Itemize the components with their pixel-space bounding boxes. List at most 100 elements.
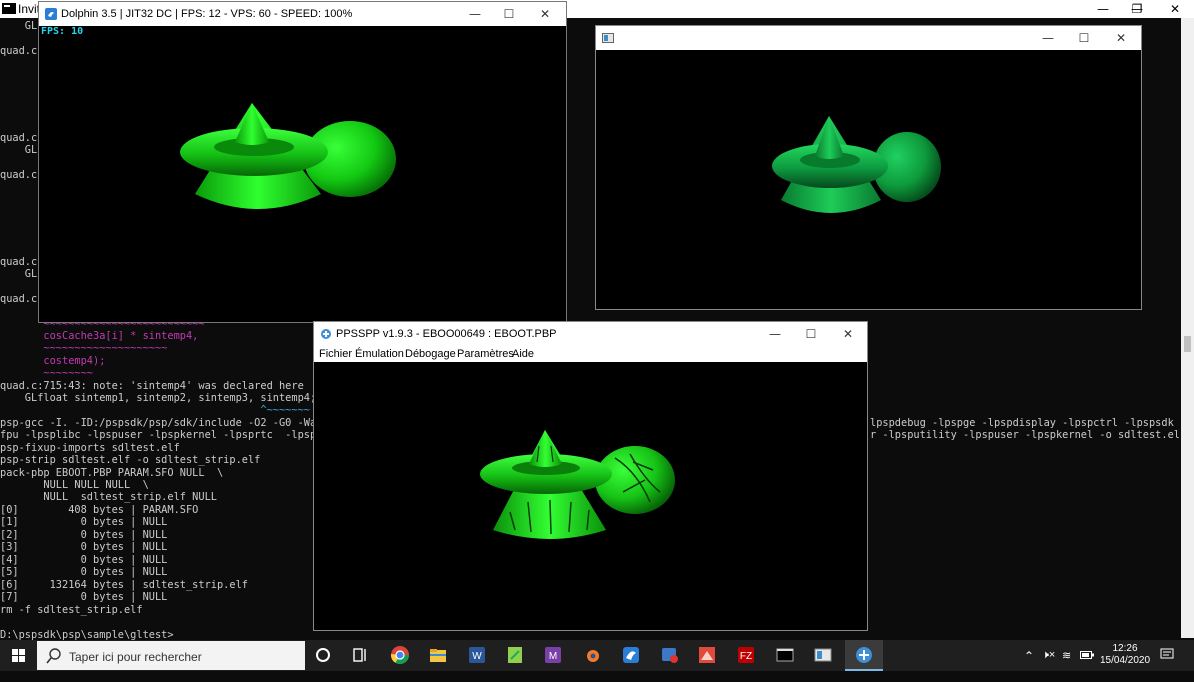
menu-emulation[interactable]: Émulation	[355, 348, 404, 360]
gl-titlebar[interactable]: — ☐ ✕	[596, 26, 1141, 50]
terminal-icon[interactable]	[775, 645, 795, 665]
chrome-icon[interactable]	[390, 645, 410, 665]
dolphin-titlebar[interactable]: Dolphin 3.5 | JIT32 DC | FPS: 12 - VPS: …	[39, 2, 566, 26]
ppsspp-maximize-button[interactable]: ☐	[793, 322, 829, 346]
notification-icon[interactable]	[1160, 647, 1174, 678]
word-icon[interactable]: W	[467, 645, 487, 665]
console-line-right-2: r -lpsputility -lpspuser -lpspkernel -o …	[870, 429, 1187, 441]
console-line: [1] 0 bytes | NULL	[0, 516, 168, 528]
ppsspp-window[interactable]: PPSSPP v1.9.3 - EBOO00649 : EBOOT.PBP — …	[313, 321, 868, 631]
console-line: ~~~~~~~~	[0, 367, 93, 379]
battery-icon[interactable]	[1080, 651, 1094, 682]
console-line: quad.c:	[0, 169, 44, 181]
notepad-plus-icon[interactable]	[505, 645, 525, 665]
dolphin-app-icon	[45, 8, 57, 20]
dolphin-close-button[interactable]: ✕	[527, 2, 563, 26]
dolphin-taskbar-icon[interactable]	[621, 645, 641, 665]
filezilla-icon[interactable]: FZ	[736, 645, 756, 665]
windows-icon	[12, 649, 25, 662]
dolphin-minimize-button[interactable]: —	[457, 2, 493, 26]
console-line: [3] 0 bytes | NULL	[0, 541, 168, 553]
console-line: [6] 132164 bytes | sdltest_strip.elf	[0, 579, 248, 591]
console-minimize-icon[interactable]: —	[1086, 0, 1120, 18]
clock[interactable]: 12:26 15/04/2020	[1100, 643, 1150, 674]
console-icon	[2, 3, 16, 14]
console-line: costemp4);	[0, 355, 106, 367]
ppsspp-viewport[interactable]	[315, 362, 866, 629]
gl-viewport[interactable]	[597, 50, 1140, 308]
gl-close-button[interactable]: ✕	[1103, 26, 1139, 50]
console-line: [4] 0 bytes | NULL	[0, 554, 168, 566]
console-line: fpu -lpsplibc -lpspuser -lpspkernel -lps…	[0, 429, 348, 441]
console-line: pack-pbp EBOOT.PBP PARAM.SFO NULL \	[0, 467, 224, 479]
window-taskbar-icon[interactable]	[813, 645, 833, 665]
volume-icon[interactable]: 🕨×	[1042, 649, 1055, 680]
ppsspp-close-button[interactable]: ✕	[830, 322, 866, 346]
console-line: cosCache3a[i] * sintemp4,	[0, 330, 199, 342]
console-line: psp-fixup-imports sdltest.elf	[0, 442, 180, 454]
console-line: quad.c:	[0, 256, 44, 268]
ppsspp-menubar: Fichier Émulation Débogage Paramètres Ai…	[314, 346, 867, 362]
ppsspp-app-icon	[321, 329, 331, 339]
dolphin-maximize-button[interactable]: ☐	[491, 2, 527, 26]
console-scrollbar[interactable]	[1181, 18, 1194, 638]
svg-text:FZ: FZ	[740, 651, 752, 662]
dolphin-title: Dolphin 3.5 | JIT32 DC | FPS: 12 - VPS: …	[61, 8, 353, 20]
console-line: ^~~~~~~~	[0, 404, 310, 416]
menu-parametres[interactable]: Paramètres	[457, 348, 514, 360]
cortana-icon[interactable]	[313, 645, 333, 665]
menu-fichier[interactable]: Fichier	[319, 348, 352, 360]
wifi-icon[interactable]: ≋	[1062, 649, 1071, 680]
console-line: [7] 0 bytes | NULL	[0, 591, 168, 603]
search-icon	[46, 648, 61, 664]
console-close-button[interactable]: ✕	[1158, 0, 1192, 18]
console-line: [0] 408 bytes | PARAM.SFO	[0, 504, 199, 516]
start-button[interactable]	[0, 640, 36, 671]
console-line: psp-strip sdltest.elf -o sdltest_strip.e…	[0, 454, 261, 466]
gl-window[interactable]: — ☐ ✕	[595, 25, 1142, 310]
console-line: GLfloat sintemp1, sintemp2, sintemp3, si…	[0, 392, 317, 404]
image-editor-icon[interactable]	[697, 645, 717, 665]
search-box[interactable]: Taper ici pour rechercher	[37, 641, 305, 670]
dolphin-viewport[interactable]: FPS: 10	[40, 26, 565, 321]
console-line: NULL NULL NULL \	[0, 479, 149, 491]
svg-text:M: M	[549, 651, 557, 662]
gl-minimize-button[interactable]: —	[1030, 26, 1066, 50]
console-maximize-button[interactable]: ❐	[1120, 0, 1154, 18]
svg-text:W: W	[472, 651, 482, 662]
dolphin-window[interactable]: Dolphin 3.5 | JIT32 DC | FPS: 12 - VPS: …	[38, 1, 567, 323]
menu-debogage[interactable]: Débogage	[405, 348, 456, 360]
gl-maximize-button[interactable]: ☐	[1066, 26, 1102, 50]
clock-time: 12:26	[1112, 643, 1138, 654]
ppsspp-titlebar[interactable]: PPSSPP v1.9.3 - EBOO00649 : EBOOT.PBP — …	[314, 322, 867, 346]
ppsspp-minimize-button[interactable]: —	[757, 322, 793, 346]
mame-icon[interactable]: M	[543, 645, 563, 665]
console-line: psp-gcc -I. -ID:/pspsdk/psp/sdk/include …	[0, 417, 348, 429]
console-line: GL	[0, 268, 38, 280]
dolphin-scene	[180, 103, 396, 209]
console-line: GL	[0, 20, 38, 32]
app-record-icon[interactable]	[660, 645, 680, 665]
ppsspp-taskbar-button[interactable]	[845, 640, 883, 671]
clock-date: 15/04/2020	[1100, 655, 1151, 666]
search-placeholder: Taper ici pour rechercher	[69, 650, 202, 664]
ppsspp-title: PPSSPP v1.9.3 - EBOO00649 : EBOOT.PBP	[336, 328, 557, 340]
console-scroll-thumb[interactable]	[1184, 336, 1191, 352]
console-line: ~~~~~~~~~~~~~~~~~~~~	[0, 342, 168, 354]
console-line-right-1: lpspdebug -lpspge -lpspdisplay -lpspctrl…	[870, 417, 1194, 429]
file-explorer-icon[interactable]	[428, 645, 448, 665]
gl-scene	[772, 116, 941, 213]
ppsspp-taskbar-icon	[856, 647, 872, 663]
tray-chevron-icon[interactable]: ⌃	[1024, 649, 1034, 680]
console-line: GL	[0, 144, 38, 156]
menu-aide[interactable]: Aide	[512, 348, 534, 360]
blender-icon[interactable]	[582, 645, 602, 665]
console-line: [2] 0 bytes | NULL	[0, 529, 168, 541]
ppsspp-scene	[480, 430, 675, 539]
console-line: NULL sdltest_strip.elf NULL	[0, 491, 217, 503]
console-line: quad.c:	[0, 45, 44, 57]
console-line: quad.c:	[0, 132, 44, 144]
task-view-icon[interactable]	[350, 645, 370, 665]
console-line: [5] 0 bytes | NULL	[0, 566, 168, 578]
console-line: quad.c:715:43: note: 'sintemp4' was decl…	[0, 380, 304, 392]
